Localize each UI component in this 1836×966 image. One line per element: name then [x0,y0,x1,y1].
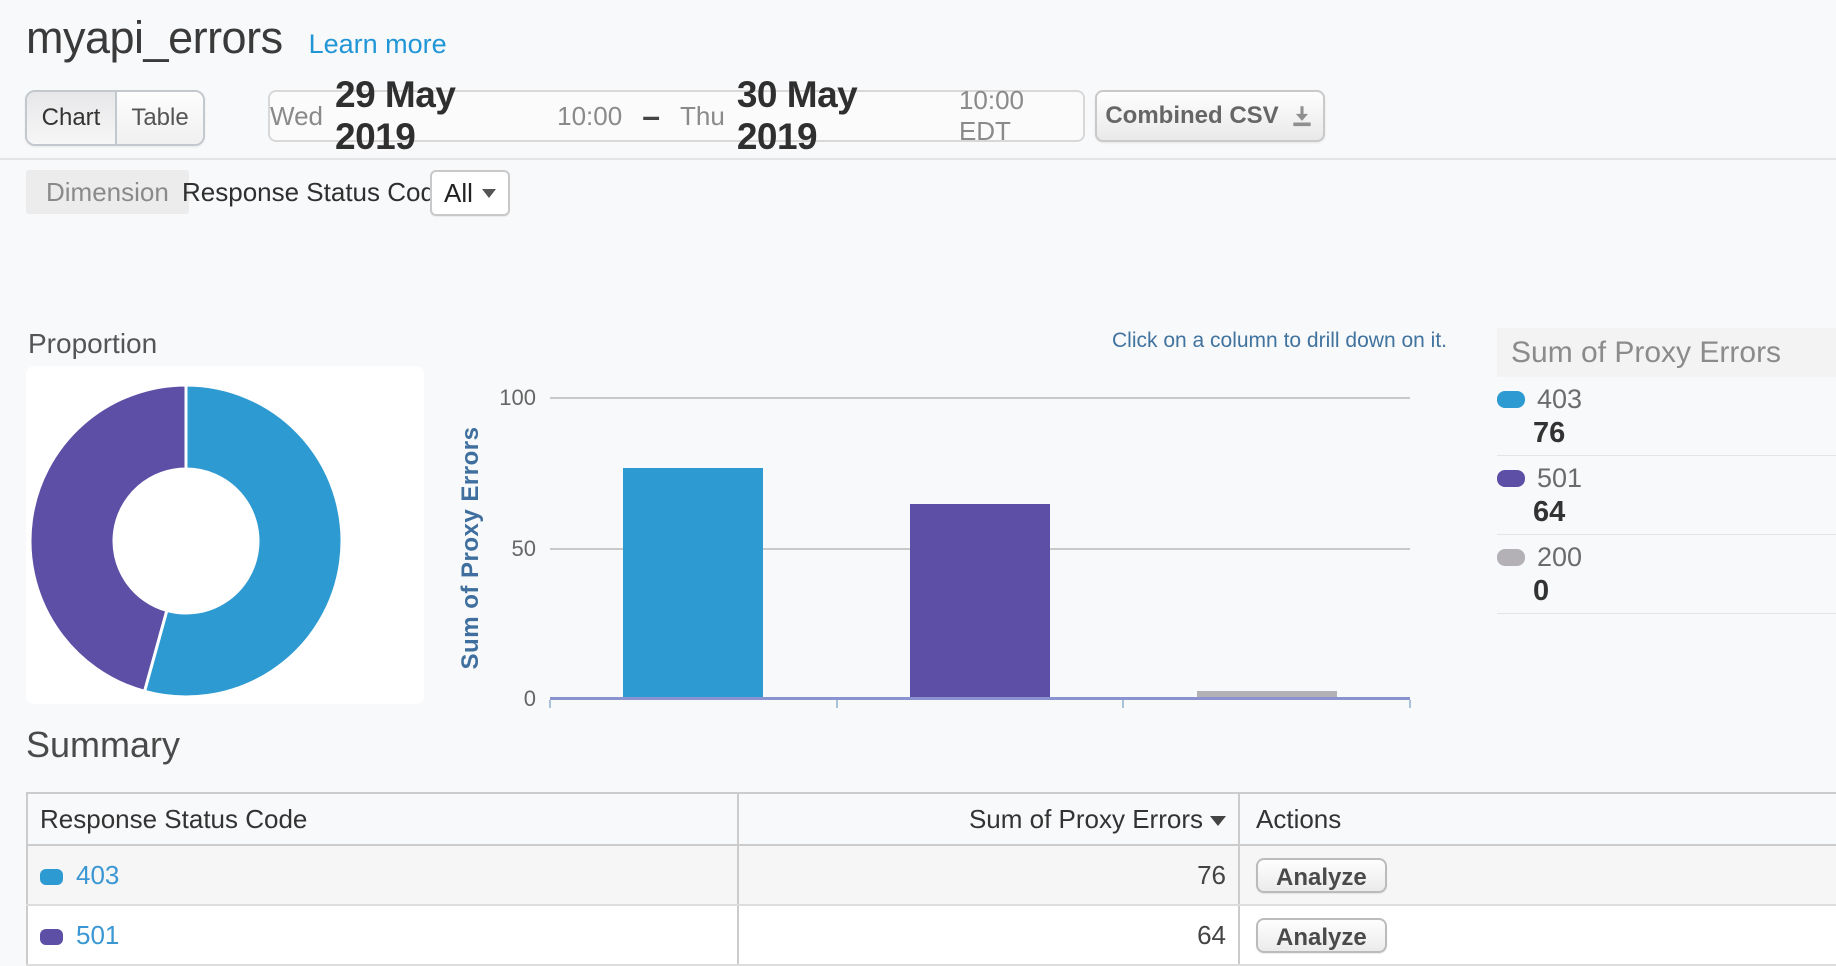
combined-csv-label: Combined CSV [1105,102,1278,130]
report-header: myapi_errors Learn more [26,12,447,64]
y-tick-label-50: 50 [440,536,536,562]
chart-view-button[interactable]: Chart [27,92,117,144]
gridline-100 [550,397,1410,399]
status-code-cell: 501 [27,905,738,965]
dimension-name-label: Response Status Code [182,170,449,214]
status-code-link[interactable]: 501 [76,920,119,950]
proportion-donut-chart[interactable] [26,366,424,704]
bar-200[interactable] [1197,691,1337,697]
dimension-filter-dropdown[interactable]: All [430,170,510,216]
legend-title: Sum of Proxy Errors [1497,328,1836,377]
chart-legend: Sum of Proxy Errors 40376501642000 [1497,328,1836,614]
learn-more-link[interactable]: Learn more [309,29,447,60]
y-tick-label-0: 0 [440,686,536,712]
combined-csv-button[interactable]: Combined CSV [1095,90,1325,142]
end-day: Thu [680,101,725,132]
x-axis-line [550,697,1410,700]
sum-value-cell: 76 [738,845,1239,905]
actions-cell: Analyze [1239,905,1836,965]
download-icon [1289,103,1315,129]
status-swatch [40,929,63,945]
summary-title: Summary [26,724,180,766]
x-axis-tick [549,700,551,708]
dimension-chip: Dimension [26,170,189,214]
proportion-donut-card [26,366,424,704]
x-axis-tick [836,700,838,708]
actions-cell: Analyze [1239,845,1836,905]
bar-501[interactable] [910,504,1050,697]
drilldown-hint: Click on a column to drill down on it. [947,329,1447,353]
legend-value: 64 [1533,496,1836,528]
table-view-button[interactable]: Table [117,92,203,144]
start-time: 10:00 [557,101,622,132]
end-date: 30 May 2019 [737,74,947,158]
view-toggle: Chart Table [25,90,205,146]
analyze-button[interactable]: Analyze [1256,918,1387,953]
bar-403[interactable] [623,468,763,697]
status-swatch [40,869,63,885]
summary-header-row: Response Status Code Sum of Proxy Errors… [27,793,1836,845]
legend-items: 40376501642000 [1497,377,1836,614]
column-header-response-status-code: Response Status Code [27,793,738,845]
legend-swatch [1497,549,1525,566]
legend-label: 200 [1537,542,1582,573]
status-code-cell: 403 [27,845,738,905]
date-range-picker[interactable]: Wed 29 May 2019 10:00 – Thu 30 May 2019 … [268,90,1085,142]
sum-value-cell: 64 [738,905,1239,965]
y-axis-tick-labels: 050100 [440,398,536,699]
header-divider [0,158,1836,160]
legend-item-403[interactable]: 40376 [1497,377,1836,456]
analyze-button[interactable]: Analyze [1256,858,1387,893]
dimension-filter-value: All [444,178,473,209]
legend-label: 501 [1537,463,1582,494]
y-tick-label-100: 100 [440,385,536,411]
summary-row-501: 501 64 Analyze [27,905,1836,965]
legend-label: 403 [1537,384,1582,415]
sort-descending-icon [1210,816,1226,826]
date-range-separator: – [642,98,660,135]
x-axis-tick [1409,700,1411,708]
column-header-sum-of-proxy-errors[interactable]: Sum of Proxy Errors [738,793,1239,845]
start-day: Wed [270,101,323,132]
legend-item-200[interactable]: 2000 [1497,535,1836,614]
column-header-actions: Actions [1239,793,1836,845]
proportion-title: Proportion [28,328,157,360]
end-time: 10:00 EDT [959,85,1083,147]
bar-chart-plot [550,398,1410,699]
caret-down-icon [482,189,496,198]
x-axis-tick [1122,700,1124,708]
summary-row-403: 403 76 Analyze [27,845,1836,905]
summary-table: Response Status Code Sum of Proxy Errors… [26,792,1836,966]
legend-swatch [1497,470,1525,487]
legend-swatch [1497,391,1525,408]
page-title: myapi_errors [26,12,283,64]
legend-value: 76 [1533,417,1836,449]
legend-item-501[interactable]: 50164 [1497,456,1836,535]
legend-value: 0 [1533,575,1836,607]
status-code-link[interactable]: 403 [76,860,119,890]
start-date: 29 May 2019 [335,74,545,158]
